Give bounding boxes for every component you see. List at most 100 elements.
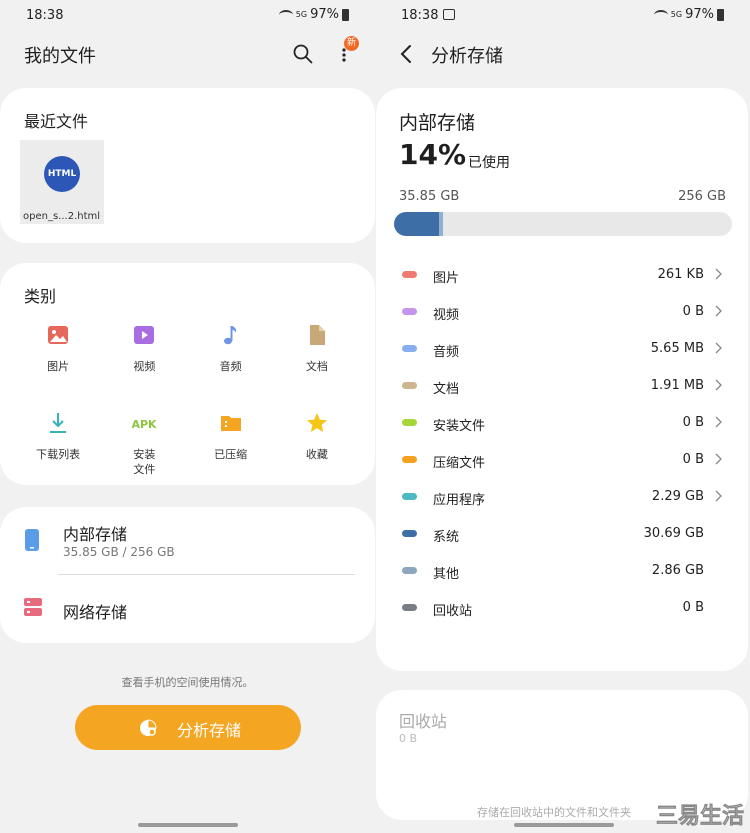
network-storage-name: 网络存储 <box>63 603 128 622</box>
storage-category-row[interactable]: 压缩文件 0 B <box>376 443 748 480</box>
category-name: 安装文件 <box>433 419 486 434</box>
categories-card: 类别 图片 视频 音频 文档 下载列表 APK 安装文件 已压缩 收藏 <box>0 263 375 485</box>
phone-icon <box>25 529 39 551</box>
back-arrow-icon[interactable] <box>399 44 413 64</box>
image-icon <box>48 326 69 344</box>
category-label: 视频 <box>133 360 156 373</box>
status-time: 18:38 <box>26 8 64 23</box>
category-size: 2.29 GB <box>651 489 704 504</box>
internal-storage-name: 内部存储 <box>63 525 128 544</box>
recent-files-title: 最近文件 <box>24 112 89 131</box>
internal-storage-card: 内部存储 14% 已使用 35.85 GB 256 GB 图片 261 KB 视频 0… <box>376 88 748 671</box>
wifi-icon <box>278 9 293 20</box>
recent-files-card: 最近文件 HTML open_s...2.html <box>0 88 375 243</box>
app-bar: 我的文件 新 <box>0 36 375 72</box>
battery-icon <box>342 8 349 21</box>
storage-category-row: 回收站 0 B <box>376 591 748 628</box>
storage-category-row[interactable]: 文档 1.91 MB <box>376 369 748 406</box>
category-downloads[interactable]: 下载列表 <box>15 411 101 481</box>
category-label: 音频 <box>219 360 242 373</box>
internal-storage-usage: 35.85 GB / 256 GB <box>63 545 175 559</box>
chevron-right-icon <box>715 490 722 502</box>
page-title: 分析存储 <box>431 46 503 67</box>
category-size: 5.65 MB <box>650 341 704 356</box>
recent-file-item[interactable]: HTML open_s...2.html <box>20 140 104 224</box>
storage-category-row[interactable]: 安装文件 0 B <box>376 406 748 443</box>
status-time: 18:38 <box>401 8 439 23</box>
internal-storage-title: 内部存储 <box>399 112 476 134</box>
network-storage-row[interactable]: 网络存储 <box>0 575 375 641</box>
home-indicator <box>138 823 238 827</box>
category-color-dot <box>402 382 417 389</box>
category-name: 回收站 <box>433 604 473 619</box>
category-label: 已压缩 <box>214 448 248 461</box>
category-label: 收藏 <box>305 448 328 461</box>
category-name: 系统 <box>433 530 460 545</box>
category-favorites[interactable]: 收藏 <box>274 411 360 481</box>
category-videos[interactable]: 视频 <box>101 323 187 393</box>
storage-category-row: 系统 30.69 GB <box>376 517 748 554</box>
category-size: 0 B <box>682 452 704 467</box>
video-icon <box>134 326 155 344</box>
category-color-dot <box>402 271 417 278</box>
storage-category-row[interactable]: 应用程序 2.29 GB <box>376 480 748 517</box>
category-name: 音频 <box>433 345 460 360</box>
category-audio[interactable]: 音频 <box>188 323 274 393</box>
audio-icon <box>223 326 236 345</box>
storage-category-row[interactable]: 视频 0 B <box>376 295 748 332</box>
svg-text:APK: APK <box>132 418 156 431</box>
usage-bar-fill <box>394 212 441 236</box>
category-color-dot <box>402 419 417 426</box>
recent-file-name: open_s...2.html <box>23 211 101 222</box>
category-installers[interactable]: APK 安装文件 <box>101 411 187 481</box>
chevron-right-icon <box>715 305 722 317</box>
battery-icon <box>717 8 724 21</box>
document-icon <box>309 325 325 345</box>
storage-card: 内部存储 35.85 GB / 256 GB 网络存储 <box>0 507 375 643</box>
status-bar: 18:38 5G 97% <box>0 6 375 26</box>
storage-usage-bar <box>394 212 732 236</box>
watermark-logo: 三易生活 <box>656 804 745 830</box>
network-type: 5G <box>670 9 683 19</box>
category-name: 其他 <box>433 567 460 582</box>
category-size: 0 B <box>682 304 704 319</box>
wifi-icon <box>653 9 668 20</box>
star-icon <box>306 413 327 432</box>
new-badge: 新 <box>344 36 359 51</box>
storage-category-row: 其他 2.86 GB <box>376 554 748 591</box>
category-name: 图片 <box>433 271 460 286</box>
category-color-dot <box>402 530 417 537</box>
analyze-storage-label: 分析存储 <box>177 721 242 740</box>
category-compressed[interactable]: 已压缩 <box>188 411 274 481</box>
search-icon[interactable] <box>293 44 313 64</box>
zip-icon <box>220 416 241 431</box>
status-bar: 18:38 5G 97% <box>375 6 750 26</box>
usage-bar-other <box>439 212 443 236</box>
chevron-right-icon <box>715 342 722 354</box>
category-documents[interactable]: 文档 <box>274 323 360 393</box>
storage-category-row[interactable]: 音频 5.65 MB <box>376 332 748 369</box>
analyze-storage-screen: 18:38 5G 97% 分析存储 内部存储 14% 已使用 35.85 GB … <box>375 0 750 833</box>
html-file-icon: HTML <box>44 156 80 192</box>
svg-text:三易生活: 三易生活 <box>656 804 744 829</box>
internal-storage-row[interactable]: 内部存储 35.85 GB / 256 GB <box>0 507 375 573</box>
battery-percent: 97% <box>685 7 714 22</box>
chevron-right-icon <box>715 416 722 428</box>
category-name: 视频 <box>433 308 460 323</box>
analyze-storage-button[interactable]: 分析存储 <box>75 705 301 750</box>
category-label: 图片 <box>47 360 70 373</box>
category-grid: 图片 视频 音频 文档 下载列表 APK 安装文件 已压缩 收藏 <box>15 323 360 481</box>
trash-description: 存储在回收站中的文件和文件夹 <box>477 806 631 819</box>
battery-percent: 97% <box>310 7 339 22</box>
total-amount: 256 GB <box>678 189 726 204</box>
category-color-dot <box>402 493 417 500</box>
category-label: 安装文件 <box>133 448 156 476</box>
server-icon <box>24 598 42 616</box>
storage-category-row[interactable]: 图片 261 KB <box>376 258 748 295</box>
apk-icon: APK <box>132 418 156 431</box>
app-bar: 分析存储 <box>375 36 750 72</box>
category-color-dot <box>402 604 417 611</box>
categories-title: 类别 <box>24 287 57 306</box>
category-images[interactable]: 图片 <box>15 323 101 393</box>
category-name: 文档 <box>433 382 460 397</box>
